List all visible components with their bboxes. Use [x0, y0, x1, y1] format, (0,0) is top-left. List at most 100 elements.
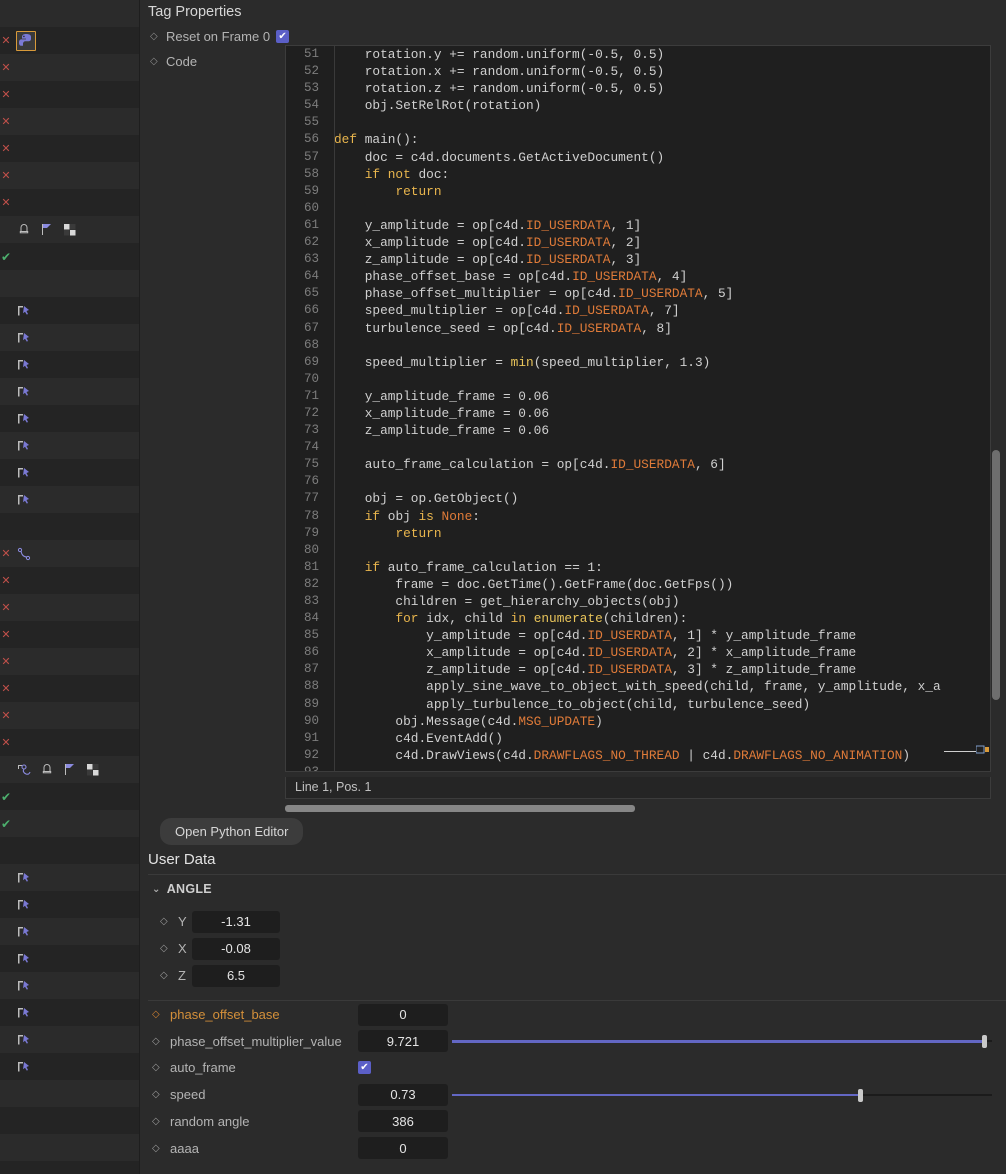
code-line[interactable]: 55 — [286, 114, 990, 131]
code-line[interactable]: 74 — [286, 439, 990, 456]
reset-on-frame-row[interactable]: ◇ Reset on Frame 0 ✔ — [140, 26, 1006, 47]
user-data-param-checkbox[interactable]: ✔ — [358, 1061, 371, 1074]
pin-tag-icon[interactable] — [16, 492, 32, 508]
code-line[interactable]: 91 c4d.EventAdd() — [286, 730, 990, 747]
user-data-param-input[interactable]: 9.721 — [358, 1030, 448, 1052]
object-manager-row[interactable]: ✕ — [0, 621, 140, 648]
object-manager-row[interactable]: ✔ — [0, 810, 140, 837]
check-icon[interactable]: ✔ — [0, 810, 12, 837]
code-line[interactable]: 88 apply_sine_wave_to_object_with_speed(… — [286, 678, 990, 695]
code-line[interactable]: 77 obj = op.GetObject() — [286, 490, 990, 507]
move-icon[interactable] — [16, 762, 32, 778]
cross-icon[interactable]: ✕ — [0, 594, 12, 621]
object-manager-row[interactable] — [0, 432, 140, 459]
code-line[interactable]: 63 z_amplitude = op[c4d.ID_USERDATA, 3] — [286, 251, 990, 268]
user-data-param-input[interactable]: 0.73 — [358, 1084, 448, 1106]
code-line[interactable]: 92 c4d.DrawViews(c4d.DRAWFLAGS_NO_THREAD… — [286, 747, 990, 764]
object-manager-tag-icons[interactable] — [12, 351, 32, 378]
flag-icon[interactable] — [39, 222, 55, 238]
code-line[interactable]: 86 x_amplitude = op[c4d.ID_USERDATA, 2] … — [286, 644, 990, 661]
checker-icon[interactable] — [85, 762, 101, 778]
code-line[interactable]: 57 doc = c4d.documents.GetActiveDocument… — [286, 149, 990, 166]
object-manager-tag-icons[interactable] — [12, 378, 32, 405]
object-manager-tag-icons[interactable] — [12, 864, 32, 891]
object-manager-row[interactable]: ✕ — [0, 135, 140, 162]
cross-icon[interactable]: ✕ — [0, 621, 12, 648]
object-manager-tag-icons[interactable] — [12, 432, 32, 459]
object-manager-row[interactable] — [0, 486, 140, 513]
code-line[interactable]: 76 — [286, 473, 990, 490]
object-manager-tag-icons[interactable] — [12, 756, 101, 783]
editor-vscroll-thumb[interactable] — [992, 450, 1000, 700]
pin-tag-icon[interactable] — [16, 384, 32, 400]
object-manager-row[interactable] — [0, 324, 140, 351]
object-manager-row[interactable] — [0, 405, 140, 432]
python-tag-selected-icon[interactable] — [16, 31, 36, 51]
pin-tag-icon[interactable] — [16, 330, 32, 346]
code-line[interactable]: 53 rotation.z += random.uniform(-0.5, 0.… — [286, 80, 990, 97]
code-line[interactable]: 56def main(): — [286, 131, 990, 148]
code-line[interactable]: 54 obj.SetRelRot(rotation) — [286, 97, 990, 114]
code-line[interactable]: 65 phase_offset_multiplier = op[c4d.ID_U… — [286, 285, 990, 302]
object-manager-row[interactable] — [0, 351, 140, 378]
check-icon[interactable]: ✔ — [0, 783, 12, 810]
code-line[interactable]: 78 if obj is None: — [286, 508, 990, 525]
object-manager-row[interactable] — [0, 864, 140, 891]
object-manager-row[interactable]: ✕ — [0, 540, 140, 567]
chevron-down-icon[interactable]: ⌄ — [152, 884, 161, 895]
user-data-param-slider[interactable] — [452, 1030, 992, 1052]
cross-icon[interactable]: ✕ — [0, 675, 12, 702]
spline-icon[interactable] — [16, 546, 32, 562]
user-data-param-slider[interactable] — [452, 1084, 992, 1106]
object-manager-row[interactable] — [0, 756, 140, 783]
code-line[interactable]: 82 frame = doc.GetTime().GetFrame(doc.Ge… — [286, 576, 990, 593]
slider-knob[interactable] — [982, 1035, 987, 1048]
user-data-param-row[interactable]: ◇phase_offset_multiplier_value9.721 — [0, 1028, 866, 1055]
object-manager-tag-icons[interactable] — [12, 459, 32, 486]
object-manager-row[interactable]: ✕ — [0, 567, 140, 594]
object-manager-row[interactable]: ✔ — [0, 243, 140, 270]
object-manager-row[interactable]: ✔ — [0, 783, 140, 810]
code-line[interactable]: 80 — [286, 542, 990, 559]
object-manager-row[interactable]: ✕ — [0, 81, 140, 108]
angle-field-row[interactable]: ◇X-0.08 — [0, 935, 866, 962]
code-line[interactable]: 87 z_amplitude = op[c4d.ID_USERDATA, 3] … — [286, 661, 990, 678]
object-manager-row[interactable]: ✕ — [0, 54, 140, 81]
code-line[interactable]: 70 — [286, 371, 990, 388]
code-line[interactable]: 85 y_amplitude = op[c4d.ID_USERDATA, 1] … — [286, 627, 990, 644]
cross-icon[interactable]: ✕ — [0, 729, 12, 756]
user-data-param-row[interactable]: ◇auto_frame✔ — [0, 1054, 866, 1081]
user-data-param-input[interactable]: 0 — [358, 1004, 448, 1026]
slider-knob[interactable] — [858, 1089, 863, 1102]
cross-icon[interactable]: ✕ — [0, 162, 12, 189]
pin-tag-icon[interactable] — [16, 411, 32, 427]
pin-tag-icon[interactable] — [16, 357, 32, 373]
pin-tag-icon[interactable] — [16, 870, 32, 886]
code-line[interactable]: 68 — [286, 337, 990, 354]
cross-icon[interactable]: ✕ — [0, 81, 12, 108]
code-line[interactable]: 62 x_amplitude = op[c4d.ID_USERDATA, 2] — [286, 234, 990, 251]
editor-hscroll-thumb[interactable] — [285, 805, 635, 812]
editor-horizontal-scrollbar[interactable] — [285, 805, 991, 812]
object-manager-tag-icons[interactable] — [12, 27, 36, 54]
editor-vertical-scrollbar[interactable] — [992, 45, 1000, 772]
bell-icon[interactable] — [16, 222, 32, 238]
user-data-param-input[interactable]: 386 — [358, 1110, 448, 1132]
code-line[interactable]: 69 speed_multiplier = min(speed_multipli… — [286, 354, 990, 371]
code-line[interactable]: 81 if auto_frame_calculation == 1: — [286, 559, 990, 576]
object-manager-tag-icons[interactable] — [12, 297, 32, 324]
object-manager-row[interactable]: ✕ — [0, 108, 140, 135]
cross-icon[interactable]: ✕ — [0, 54, 12, 81]
code-line[interactable]: 90 obj.Message(c4d.MSG_UPDATE) — [286, 713, 990, 730]
angle-field-input[interactable]: -1.31 — [192, 911, 280, 933]
pin-tag-icon[interactable] — [16, 303, 32, 319]
object-manager-row[interactable] — [0, 1161, 140, 1174]
object-manager-row[interactable]: ✕ — [0, 594, 140, 621]
code-line[interactable]: 75 auto_frame_calculation = op[c4d.ID_US… — [286, 456, 990, 473]
check-icon[interactable]: ✔ — [0, 243, 12, 270]
resize-handle-icon[interactable] — [976, 742, 990, 752]
object-manager-tag-icons[interactable] — [12, 540, 32, 567]
pin-tag-icon[interactable] — [16, 438, 32, 454]
cross-icon[interactable]: ✕ — [0, 567, 12, 594]
flag-icon[interactable] — [62, 762, 78, 778]
